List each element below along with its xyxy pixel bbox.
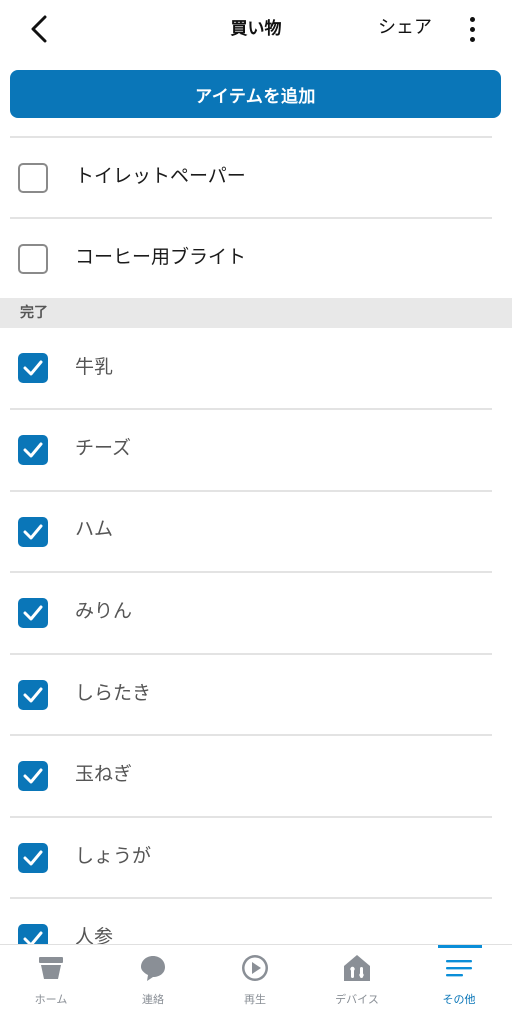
list-item[interactable]: チーズ bbox=[0, 410, 512, 490]
app-header: 買い物 シェア bbox=[0, 0, 512, 60]
chat-bubble-icon bbox=[141, 956, 165, 981]
nav-label: 連絡 bbox=[142, 993, 164, 1006]
checkmark-icon bbox=[23, 768, 43, 784]
share-button[interactable]: シェア bbox=[378, 13, 432, 39]
item-label: しらたき bbox=[75, 682, 152, 704]
more-options-button[interactable] bbox=[460, 14, 484, 44]
play-icon bbox=[242, 955, 268, 981]
item-label: コーヒー用ブライト bbox=[75, 246, 247, 268]
list-item[interactable]: しょうが bbox=[0, 818, 512, 898]
nav-label: 再生 bbox=[244, 993, 266, 1006]
checkmark-icon bbox=[23, 850, 43, 866]
nav-tab-play[interactable]: 再生 bbox=[204, 945, 306, 1024]
page-title: 買い物 bbox=[230, 19, 282, 39]
kebab-menu-icon bbox=[469, 16, 475, 22]
checkbox-checked[interactable] bbox=[18, 435, 48, 465]
checkmark-icon bbox=[23, 360, 43, 376]
nav-label: デバイス bbox=[335, 993, 379, 1006]
list-item[interactable]: しらたき bbox=[0, 655, 512, 735]
checkbox-checked[interactable] bbox=[18, 761, 48, 791]
nav-tab-communicate[interactable]: 連絡 bbox=[102, 945, 204, 1024]
checkbox-checked[interactable] bbox=[18, 598, 48, 628]
checkbox-checked[interactable] bbox=[18, 843, 48, 873]
list-item[interactable]: 牛乳 bbox=[0, 328, 512, 408]
nav-tab-more[interactable]: その他 bbox=[408, 945, 510, 1024]
home-icon bbox=[39, 957, 63, 979]
checkmark-icon bbox=[23, 605, 43, 621]
item-label: 牛乳 bbox=[75, 356, 114, 378]
nav-tab-devices[interactable]: デバイス bbox=[306, 945, 408, 1024]
devices-icon bbox=[344, 955, 370, 981]
bottom-navigation: ホーム 連絡 再生 デバイス その他 bbox=[0, 944, 512, 1024]
nav-label: ホーム bbox=[34, 993, 68, 1006]
checkbox-unchecked[interactable] bbox=[18, 163, 48, 193]
checkbox-checked[interactable] bbox=[18, 517, 48, 547]
completed-section-header: 完了 bbox=[0, 298, 512, 328]
checkbox-checked[interactable] bbox=[18, 353, 48, 383]
item-label: トイレットペーパー bbox=[75, 165, 246, 187]
item-label: ハム bbox=[75, 518, 114, 540]
item-label: チーズ bbox=[75, 437, 132, 459]
checkbox-unchecked[interactable] bbox=[18, 244, 48, 274]
active-tab-indicator bbox=[438, 945, 482, 948]
checkmark-icon bbox=[23, 687, 43, 703]
chevron-left-icon bbox=[31, 15, 47, 43]
item-label: 玉ねぎ bbox=[75, 763, 133, 785]
nav-label: その他 bbox=[442, 993, 476, 1006]
list-item[interactable]: 玉ねぎ bbox=[0, 736, 512, 816]
checkbox-checked[interactable] bbox=[18, 680, 48, 710]
list-item[interactable]: トイレットペーパー bbox=[0, 138, 512, 218]
back-button[interactable] bbox=[24, 12, 54, 46]
checkmark-icon bbox=[23, 442, 43, 458]
nav-tab-home[interactable]: ホーム bbox=[0, 945, 102, 1024]
checkmark-icon bbox=[23, 524, 43, 540]
section-label: 完了 bbox=[20, 305, 48, 321]
list-item[interactable]: ハム bbox=[0, 492, 512, 572]
menu-icon bbox=[446, 960, 472, 977]
add-item-button[interactable]: アイテムを追加 bbox=[10, 70, 501, 118]
item-label: みりん bbox=[75, 600, 133, 622]
item-label: しょうが bbox=[75, 845, 152, 867]
list-item[interactable]: コーヒー用ブライト bbox=[0, 219, 512, 299]
list-item[interactable]: みりん bbox=[0, 573, 512, 653]
